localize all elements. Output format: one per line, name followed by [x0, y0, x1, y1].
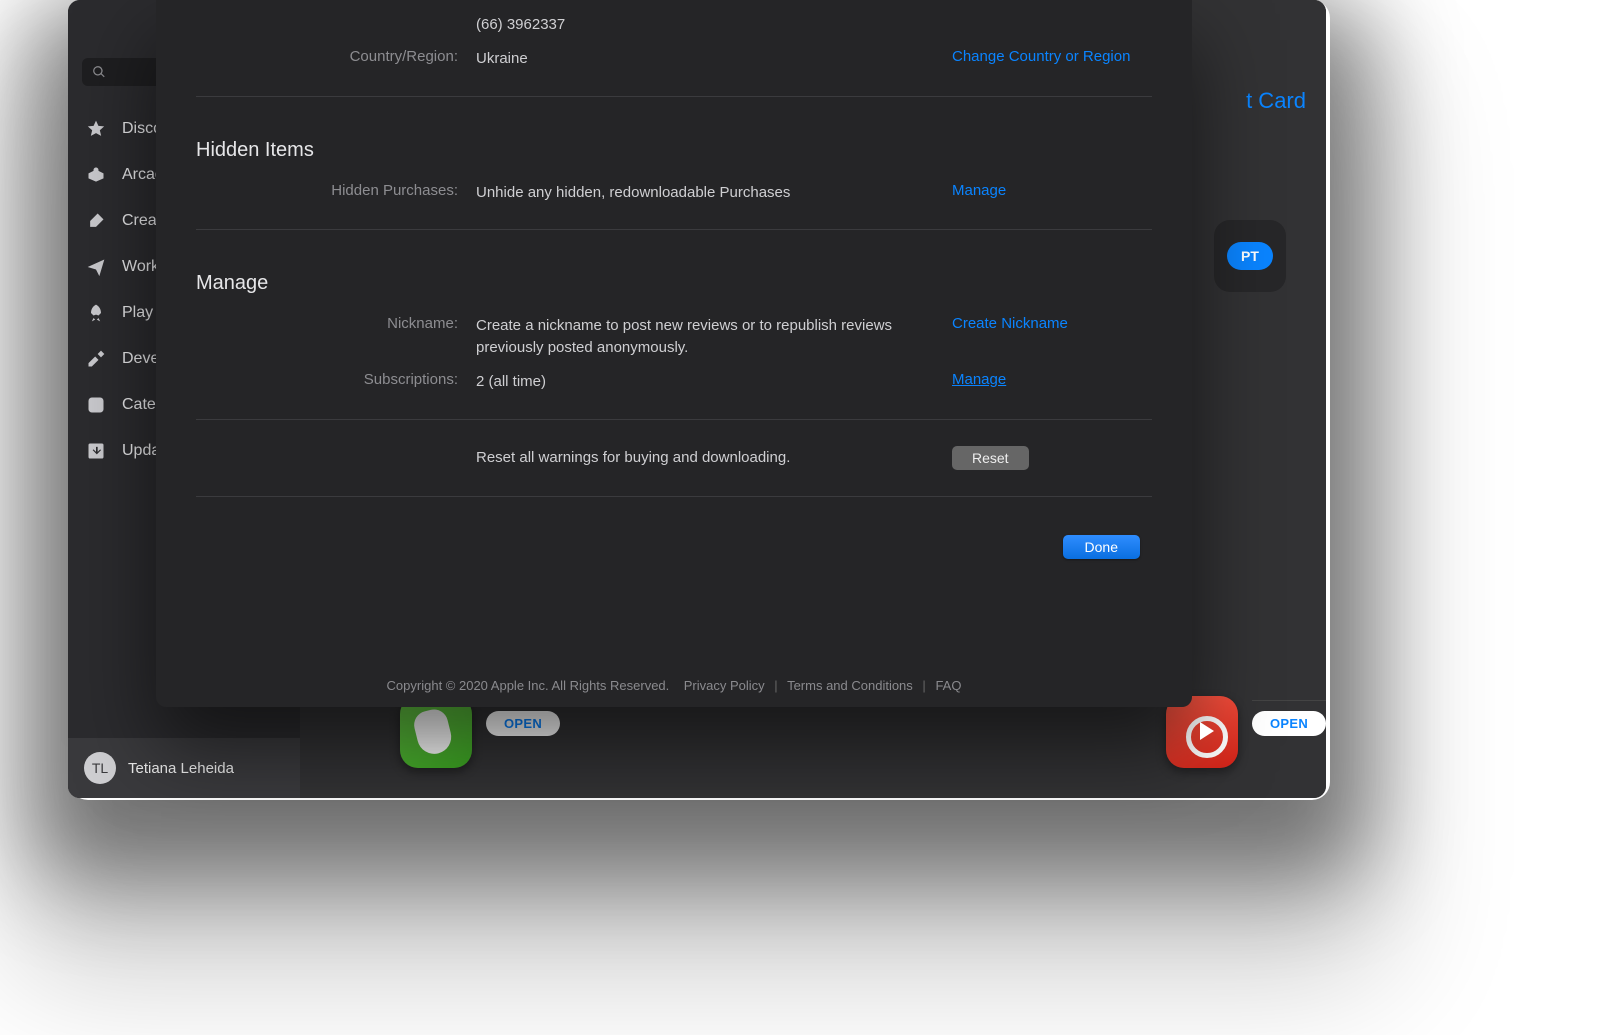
nickname-value: Create a nickname to post new reviews or…: [476, 315, 952, 359]
divider: [196, 496, 1152, 497]
manage-hidden-link[interactable]: Manage: [952, 182, 1006, 199]
rocket-icon: [84, 302, 108, 324]
reset-description: Reset all warnings for buying and downlo…: [476, 447, 952, 469]
hammer-icon: [84, 348, 108, 370]
subscriptions-label: Subscriptions:: [196, 371, 476, 388]
terms-link[interactable]: Terms and Conditions: [787, 678, 913, 693]
arcade-icon: [84, 164, 108, 186]
accept-button[interactable]: PT: [1227, 242, 1273, 270]
sidebar-item-label: Work: [122, 258, 159, 276]
account-sheet: (66) 3962337 Country/Region: Ukraine Cha…: [156, 0, 1192, 707]
apps-row: OPEN OPEN: [400, 696, 1296, 786]
divider: [1252, 700, 1326, 701]
nickname-label: Nickname:: [196, 315, 476, 332]
app-card: OPEN: [400, 696, 826, 786]
subscriptions-value: 2 (all time): [476, 371, 952, 393]
grid-icon: [84, 394, 108, 416]
reset-button[interactable]: Reset: [952, 446, 1029, 470]
divider: [196, 96, 1152, 97]
manage-title: Manage: [196, 250, 1152, 309]
accept-chip: PT: [1214, 220, 1286, 292]
paper-plane-icon: [84, 256, 108, 278]
sheet-footer: Copyright © 2020 Apple Inc. All Rights R…: [156, 678, 1192, 693]
change-country-link[interactable]: Change Country or Region: [952, 48, 1130, 65]
gift-card-link[interactable]: t Card: [1246, 88, 1306, 114]
star-icon: [84, 118, 108, 140]
divider: [196, 419, 1152, 420]
open-button[interactable]: OPEN: [1252, 711, 1326, 736]
faq-link[interactable]: FAQ: [935, 678, 961, 693]
copyright: Copyright © 2020 Apple Inc. All Rights R…: [387, 678, 670, 693]
hidden-purchases-label: Hidden Purchases:: [196, 182, 476, 199]
country-value: Ukraine: [476, 48, 952, 70]
search-icon: [92, 65, 106, 79]
create-nickname-link[interactable]: Create Nickname: [952, 315, 1068, 332]
manage-subscriptions-link[interactable]: Manage: [952, 371, 1006, 388]
done-button[interactable]: Done: [1063, 535, 1140, 559]
country-label: Country/Region:: [196, 48, 476, 65]
hidden-items-title: Hidden Items: [196, 117, 1152, 176]
open-button[interactable]: OPEN: [486, 711, 560, 736]
avatar: TL: [84, 752, 116, 784]
phone-value: (66) 3962337: [476, 14, 952, 36]
username: Tetiana Leheida: [128, 760, 234, 777]
sidebar-item-label: Play: [122, 304, 153, 322]
app-card: OPEN: [1166, 696, 1326, 786]
user-footer[interactable]: TL Tetiana Leheida: [68, 738, 300, 798]
privacy-link[interactable]: Privacy Policy: [684, 678, 765, 693]
download-icon: [84, 440, 108, 462]
divider: [196, 229, 1152, 230]
brush-icon: [84, 210, 108, 232]
hidden-purchases-value: Unhide any hidden, redownloadable Purcha…: [476, 182, 952, 204]
